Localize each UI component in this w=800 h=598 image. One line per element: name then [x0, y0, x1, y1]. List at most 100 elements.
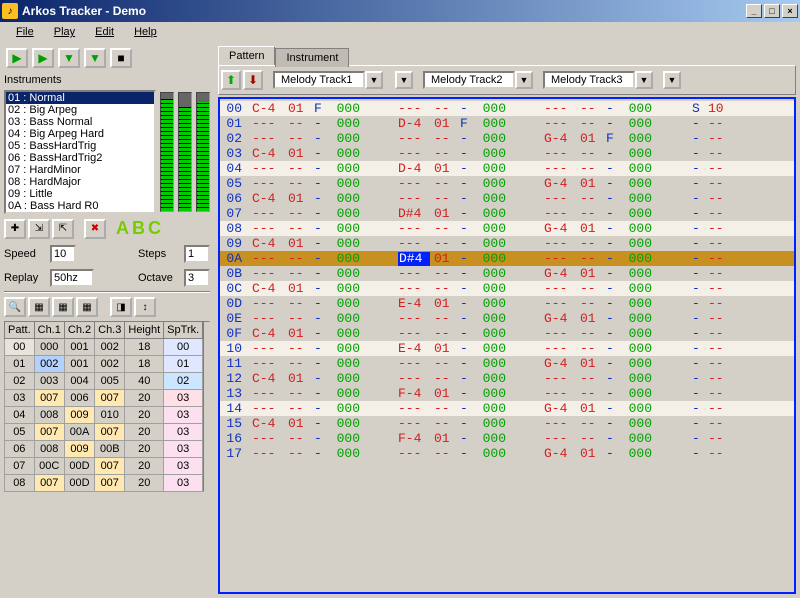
pattern-row[interactable]: 08------000------000G-401-000---: [220, 221, 794, 236]
steps-label: Steps: [138, 248, 180, 260]
pattern-row[interactable]: 09C-401-000------000------000---: [220, 236, 794, 251]
vu-ch2: [178, 92, 192, 212]
tab-pattern[interactable]: Pattern: [218, 46, 275, 65]
pattern-row[interactable]: 00C-401F000------000------000S10: [220, 101, 794, 116]
pattern-row[interactable]: 16------000F-401-000------000---: [220, 431, 794, 446]
octave-input[interactable]: 3: [184, 269, 210, 287]
replay-label: Replay: [4, 272, 46, 284]
menu-file[interactable]: File: [8, 24, 42, 40]
channel-c-icon[interactable]: C: [148, 218, 162, 239]
pattern-list-row[interactable]: 000000010021800: [5, 339, 203, 356]
pattern-list-table[interactable]: Patt.Ch.1Ch.2Ch.3HeightSpTrk.00000001002…: [4, 321, 203, 492]
instrument-item[interactable]: 0A : Bass Hard R0: [6, 200, 154, 212]
pattern-list-scrollbar[interactable]: [203, 321, 210, 492]
pattern-row[interactable]: 0B------000------000G-401-000---: [220, 266, 794, 281]
instrument-item[interactable]: 04 : Big Arpeg Hard: [6, 128, 154, 140]
track3-select[interactable]: Melody Track3: [543, 71, 635, 89]
play-button[interactable]: ▶: [32, 48, 54, 68]
pattern-list-row[interactable]: 0800700D0072003: [5, 475, 203, 492]
pat-zoom-button[interactable]: 🔍: [4, 297, 26, 317]
instrument-item[interactable]: 02 : Big Arpeg: [6, 104, 154, 116]
pattern-list-row[interactable]: 010020010021801: [5, 356, 203, 373]
pattern-list-row[interactable]: 020030040054002: [5, 373, 203, 390]
pattern-row[interactable]: 0A------000D#401-000------000---: [220, 251, 794, 266]
close-button[interactable]: ×: [782, 4, 798, 18]
special-track-dropdown[interactable]: ▼: [663, 71, 681, 89]
pat-tool2-button[interactable]: ▦: [52, 297, 74, 317]
instrument-item[interactable]: 08 : HardMajor: [6, 176, 154, 188]
track2-select[interactable]: Melody Track2: [423, 71, 515, 89]
instrument-item[interactable]: 01 : Normal: [6, 92, 154, 104]
pattern-row[interactable]: 14------000------000G-401-000---: [220, 401, 794, 416]
pattern-row[interactable]: 11------000------000G-401-000---: [220, 356, 794, 371]
pattern-row[interactable]: 01------000D-401F000------000---: [220, 116, 794, 131]
tool-add-button[interactable]: ✚: [4, 219, 26, 239]
pattern-list-row[interactable]: 040080090102003: [5, 407, 203, 424]
speed-label: Speed: [4, 248, 46, 260]
instruments-list[interactable]: 01 : Normal02 : Big Arpeg03 : Bass Norma…: [4, 90, 156, 214]
pattern-row[interactable]: 0D------000E-401-000------000---: [220, 296, 794, 311]
pat-tool1-button[interactable]: ▦: [28, 297, 50, 317]
channel-a-icon[interactable]: A: [116, 218, 130, 239]
track1-extra-dropdown[interactable]: ▼: [395, 71, 413, 89]
instrument-item[interactable]: 09 : Little: [6, 188, 154, 200]
pattern-row[interactable]: 03C-401-000------000------000---: [220, 146, 794, 161]
pattern-row[interactable]: 13------000F-401-000------000---: [220, 386, 794, 401]
next-pattern-button[interactable]: ⬇: [243, 70, 263, 90]
pat-tool4-button[interactable]: ◨: [110, 297, 132, 317]
pattern-row[interactable]: 04------000D-401-000------000---: [220, 161, 794, 176]
stop-button[interactable]: ■: [110, 48, 132, 68]
pattern-row[interactable]: 0FC-401-000------000------000---: [220, 326, 794, 341]
instrument-item[interactable]: 06 : BassHardTrig2: [6, 152, 154, 164]
menu-help[interactable]: Help: [126, 24, 165, 40]
minimize-button[interactable]: _: [746, 4, 762, 18]
pattern-list-row[interactable]: 0500700A0072003: [5, 424, 203, 441]
instrument-item[interactable]: 05 : BassHardTrig: [6, 140, 154, 152]
menu-play[interactable]: Play: [46, 24, 83, 40]
octave-label: Octave: [138, 272, 180, 284]
tab-instrument[interactable]: Instrument: [275, 48, 349, 67]
pattern-list-header: Ch.2: [64, 322, 94, 339]
pattern-list-row[interactable]: 0600800900B2003: [5, 441, 203, 458]
pattern-row[interactable]: 10------000E-401-000------000---: [220, 341, 794, 356]
vu-meters: [160, 90, 210, 212]
pattern-row[interactable]: 0CC-401-000------000------000---: [220, 281, 794, 296]
track3-dropdown[interactable]: ▼: [635, 71, 653, 89]
pattern-row[interactable]: 12C-401-000------000------000---: [220, 371, 794, 386]
play-cursor-button[interactable]: ▼: [84, 48, 106, 68]
track1-select[interactable]: Melody Track1: [273, 71, 365, 89]
menubar: File Play Edit Help: [0, 22, 800, 42]
tool-export-button[interactable]: ⇱: [52, 219, 74, 239]
pattern-row[interactable]: 17------000------000G-401-000---: [220, 446, 794, 461]
maximize-button[interactable]: □: [764, 4, 780, 18]
pattern-list-header: SpTrk.: [164, 322, 203, 339]
vu-ch3: [196, 92, 210, 212]
instrument-item[interactable]: 03 : Bass Normal: [6, 116, 154, 128]
menu-edit[interactable]: Edit: [87, 24, 122, 40]
track1-dropdown[interactable]: ▼: [365, 71, 383, 89]
tool-delete-button[interactable]: ✖: [84, 219, 106, 239]
pattern-row[interactable]: 0E------000------000G-401-000---: [220, 311, 794, 326]
pat-tool3-button[interactable]: ▦: [76, 297, 98, 317]
play-start-button[interactable]: ▶: [6, 48, 28, 68]
pattern-editor[interactable]: 00C-401F000------000------000S1001------…: [218, 97, 796, 594]
steps-input[interactable]: 1: [184, 245, 210, 263]
pat-tool5-button[interactable]: ↕: [134, 297, 156, 317]
prev-pattern-button[interactable]: ⬆: [221, 70, 241, 90]
pattern-list-row[interactable]: 030070060072003: [5, 390, 203, 407]
replay-input[interactable]: 50hz: [50, 269, 94, 287]
pattern-row[interactable]: 02------000------000G-401F000---: [220, 131, 794, 146]
tool-import-button[interactable]: ⇲: [28, 219, 50, 239]
pattern-row[interactable]: 05------000------000G-401-000---: [220, 176, 794, 191]
pattern-list-header: Ch.1: [34, 322, 64, 339]
track2-dropdown[interactable]: ▼: [515, 71, 533, 89]
channel-b-icon[interactable]: B: [132, 218, 146, 239]
play-pattern-button[interactable]: ▼: [58, 48, 80, 68]
titlebar: ♪ Arkos Tracker - Demo _ □ ×: [0, 0, 800, 22]
instrument-item[interactable]: 07 : HardMinor: [6, 164, 154, 176]
pattern-list-row[interactable]: 0700C00D0072003: [5, 458, 203, 475]
pattern-row[interactable]: 15C-401-000------000------000---: [220, 416, 794, 431]
pattern-row[interactable]: 07------000D#401-000------000---: [220, 206, 794, 221]
pattern-row[interactable]: 06C-401-000------000------000---: [220, 191, 794, 206]
speed-input[interactable]: 10: [50, 245, 76, 263]
